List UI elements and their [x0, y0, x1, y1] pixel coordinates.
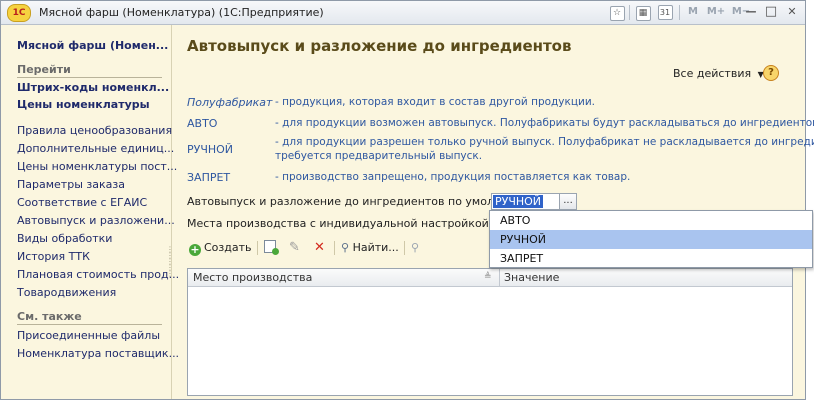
default-mode-value[interactable]: РУЧНОЙ: [493, 195, 544, 208]
definition-term: АВТО: [187, 117, 218, 130]
dropdown-option-forbidden[interactable]: ЗАПРЕТ: [490, 249, 812, 268]
nav-link-prices[interactable]: Цены номенклатуры: [17, 98, 150, 111]
nav-item-additional-units[interactable]: Дополнительные единиц...: [17, 142, 174, 155]
minimize-button[interactable]: —: [743, 4, 759, 20]
nav-item-autorelease[interactable]: Автовыпуск и разложени...: [17, 214, 175, 227]
memory-plus-button[interactable]: M+: [705, 4, 727, 20]
definition-text: - для продукции возможен автовыпуск. Пол…: [275, 117, 814, 129]
definition-term: Полуфабрикат: [187, 96, 273, 109]
maximize-button[interactable]: □: [763, 4, 779, 20]
definition-text: - производство запрещено, продукция пост…: [275, 171, 631, 183]
places-label: Места производства с индивидуальной наст…: [187, 217, 493, 230]
nav-item-ttk-history[interactable]: История ТТК: [17, 250, 90, 263]
search-icon: ⚲: [341, 241, 350, 254]
definition-term: ЗАПРЕТ: [187, 171, 231, 184]
memory-m-button[interactable]: M: [685, 4, 701, 20]
page-title: Автовыпуск и разложение до ингредиентов: [187, 37, 572, 55]
combo-select-button[interactable]: ...: [559, 194, 576, 209]
toolbar-separator: [257, 241, 258, 255]
toolbar-separator: [334, 241, 335, 255]
table-header: Место производства ≜ Значение: [188, 269, 792, 287]
add-icon: +: [189, 243, 201, 256]
column-separator[interactable]: [499, 269, 500, 286]
all-actions-menu[interactable]: Все действия ▼: [673, 67, 764, 80]
create-button[interactable]: + Создать: [189, 239, 252, 257]
nav-section-go: Перейти: [17, 63, 162, 78]
nav-item-supplier-prices[interactable]: Цены номенклатуры пост...: [17, 160, 177, 173]
close-button[interactable]: ✕: [784, 4, 800, 20]
calendar-icon[interactable]: 31: [657, 4, 673, 20]
places-table[interactable]: Место производства ≜ Значение: [187, 268, 793, 396]
nav-title[interactable]: Мясной фарш (Номен...: [17, 39, 168, 52]
delete-icon[interactable]: ✕: [314, 239, 325, 257]
nav-link-barcodes[interactable]: Штрих-коды номенкл...: [17, 81, 169, 94]
definition-term: РУЧНОЙ: [187, 143, 234, 156]
column-value[interactable]: Значение: [504, 271, 559, 284]
find-button[interactable]: ⚲ Найти...: [341, 239, 399, 257]
mode-dropdown-list[interactable]: АВТО РУЧНОЙ ЗАПРЕТ: [489, 210, 813, 268]
find-label: Найти...: [352, 241, 399, 254]
copy-button[interactable]: [264, 239, 279, 257]
titlebar-separator: [679, 5, 680, 20]
nav-section-see-also: См. также: [17, 310, 162, 325]
nav-item-order-params[interactable]: Параметры заказа: [17, 178, 125, 191]
dropdown-option-auto[interactable]: АВТО: [490, 211, 812, 230]
definition-text: - продукция, которая входит в состав дру…: [275, 96, 595, 108]
help-icon[interactable]: ?: [763, 65, 779, 81]
column-place[interactable]: Место производства: [193, 271, 312, 284]
window-title: Мясной фарш (Номенклатура) (1С:Предприят…: [39, 6, 324, 19]
dropdown-option-manual[interactable]: РУЧНОЙ: [490, 230, 812, 249]
toolbar-separator: [404, 241, 405, 255]
all-actions-label: Все действия: [673, 67, 752, 80]
definition-text: требуется предварительный выпуск.: [275, 150, 483, 162]
copy-icon: [264, 240, 279, 255]
favorites-icon[interactable]: ☆: [609, 4, 625, 21]
nav-item-processing-types[interactable]: Виды обработки: [17, 232, 112, 245]
nav-item-attached-files[interactable]: Присоединенные файлы: [17, 329, 160, 342]
nav-item-planned-cost[interactable]: Плановая стоимость прод...: [17, 268, 179, 281]
cancel-search-icon[interactable]: ⚲: [411, 239, 419, 257]
app-logo: 1С: [7, 4, 31, 22]
nav-item-pricing-rules[interactable]: Правила ценообразования: [17, 124, 172, 137]
titlebar-separator: [629, 5, 630, 20]
create-label: Создать: [204, 241, 252, 254]
nav-item-supplier-nomenclature[interactable]: Номенклатура поставщик...: [17, 347, 179, 360]
default-mode-combo[interactable]: РУЧНОЙ ...: [491, 193, 577, 210]
definition-text: - для продукции разрешен только ручной в…: [275, 136, 814, 148]
title-bar: 1С Мясной фарш (Номенклатура) (1С:Предпр…: [1, 1, 805, 25]
edit-icon[interactable]: ✎: [289, 239, 300, 257]
nav-item-movements[interactable]: Товародвижения: [17, 286, 116, 299]
app-window: 1С Мясной фарш (Номенклатура) (1С:Предпр…: [0, 0, 814, 400]
sort-icon[interactable]: ≜: [484, 272, 492, 282]
default-mode-label: Автовыпуск и разложение до ингредиентов …: [187, 195, 535, 208]
nav-item-egais[interactable]: Соответствие с ЕГАИС: [17, 196, 147, 209]
calculator-icon[interactable]: ▦: [635, 4, 651, 21]
navigation-panel: Мясной фарш (Номен... Перейти Штрих-коды…: [1, 25, 179, 399]
